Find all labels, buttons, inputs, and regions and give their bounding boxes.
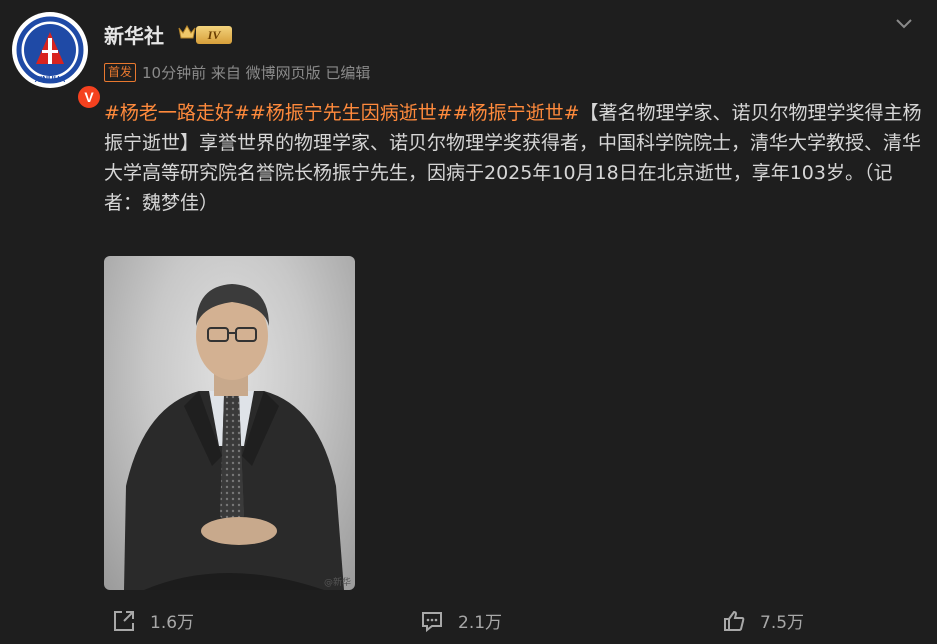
action-bar: 1.6万 2.1万 7.5万 xyxy=(0,600,937,644)
share-icon xyxy=(114,610,134,631)
hashtag-link[interactable]: #杨老一路走好# xyxy=(104,102,250,124)
author-name[interactable]: 新华社 xyxy=(104,20,164,49)
first-release-tag: 首发 xyxy=(104,63,137,82)
post-content: #杨老一路走好##杨振宁先生因病逝世##杨振宁逝世#【著名物理学家、诺贝尔物理学… xyxy=(104,98,924,218)
hashtag-link[interactable]: #杨振宁逝世# xyxy=(453,102,580,124)
image-watermark: @新华 xyxy=(323,578,351,588)
crown-icon xyxy=(178,24,196,39)
comment-count: 2.1万 xyxy=(458,613,503,633)
svg-text:XINHUA: XINHUA xyxy=(35,75,66,84)
share-count: 1.6万 xyxy=(150,613,195,633)
thumbs-up-icon xyxy=(724,610,745,631)
post-meta: 首发 10分钟前 来自 微博网页版 已编辑 xyxy=(104,62,370,83)
like-button[interactable]: 7.5万 xyxy=(722,608,804,633)
portrait-image xyxy=(124,284,344,590)
verified-badge-icon: V xyxy=(76,84,102,110)
hashtag-link[interactable]: #杨振宁先生因病逝世# xyxy=(250,102,453,124)
level-badge: IV xyxy=(196,26,232,44)
like-count: 7.5万 xyxy=(760,613,805,633)
share-button[interactable]: 1.6万 xyxy=(112,608,194,633)
comment-button[interactable]: 2.1万 xyxy=(420,608,502,633)
post-image[interactable]: @新华 xyxy=(104,256,355,590)
comment-icon xyxy=(422,611,442,632)
chevron-down-icon[interactable] xyxy=(893,12,915,34)
xinhua-logo-icon: XINHUA xyxy=(14,14,86,86)
avatar[interactable]: XINHUA V xyxy=(12,12,102,110)
post-meta-text: 10分钟前 来自 微博网页版 已编辑 xyxy=(142,64,371,82)
